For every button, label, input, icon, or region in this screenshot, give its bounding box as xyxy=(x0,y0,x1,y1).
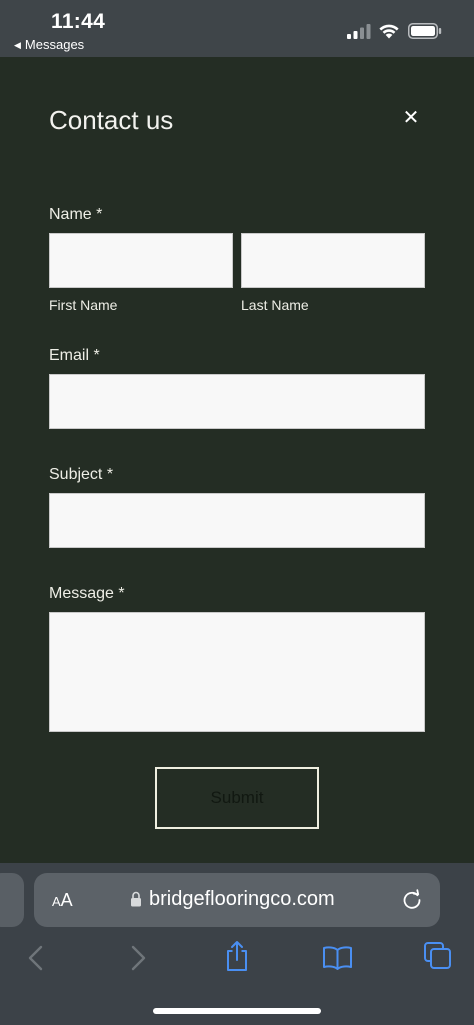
screen: 11:44 ◀ Messages Contact us ✕ Name * Fir… xyxy=(0,0,474,1025)
aa-large-letter: A xyxy=(60,890,73,910)
back-app-label: Messages xyxy=(24,37,85,52)
last-name-sublabel: Last Name xyxy=(241,297,309,313)
battery-icon xyxy=(408,23,442,39)
contact-modal: Contact us ✕ Name * First Name Last Name… xyxy=(0,57,474,863)
name-label: Name * xyxy=(49,206,103,223)
status-bar: 11:44 ◀ Messages xyxy=(0,0,474,57)
first-name-sublabel: First Name xyxy=(49,297,118,313)
close-button[interactable]: ✕ xyxy=(399,105,423,129)
book-icon[interactable] xyxy=(322,945,353,970)
wifi-icon xyxy=(379,24,399,39)
subject-label: Subject * xyxy=(49,466,114,483)
back-to-app-link[interactable]: ◀ Messages xyxy=(14,37,84,52)
address-bar[interactable]: AA bridgeflooringco.com xyxy=(34,873,440,927)
email-label: Email * xyxy=(49,347,100,364)
message-textarea[interactable] xyxy=(49,612,425,732)
subject-input[interactable] xyxy=(49,493,425,548)
message-label: Message * xyxy=(49,585,125,602)
first-name-input[interactable] xyxy=(49,233,233,288)
lock-icon xyxy=(131,891,141,907)
chevron-right-icon[interactable] xyxy=(129,945,147,971)
aa-small-letter: A xyxy=(52,894,61,909)
chevron-left-icon[interactable] xyxy=(27,945,45,971)
last-name-input[interactable] xyxy=(241,233,425,288)
modal-title: Contact us xyxy=(49,105,174,135)
status-time: 11:44 xyxy=(51,10,106,33)
close-icon: ✕ xyxy=(402,106,420,129)
url-text: bridgeflooringco.com xyxy=(149,888,335,910)
tabs-icon[interactable] xyxy=(423,941,452,970)
browser-toolbar: AA bridgeflooringco.com xyxy=(0,863,474,1025)
cellular-signal-icon xyxy=(347,24,371,39)
previous-tab-peek[interactable] xyxy=(0,873,24,927)
email-input[interactable] xyxy=(49,374,425,429)
share-icon[interactable] xyxy=(224,940,250,972)
reload-icon[interactable] xyxy=(401,889,423,911)
triangle-left-icon: ◀ xyxy=(14,40,21,50)
home-indicator[interactable] xyxy=(153,1008,321,1014)
reader-settings-button[interactable]: AA xyxy=(52,890,73,911)
submit-button[interactable]: Submit xyxy=(155,767,319,829)
